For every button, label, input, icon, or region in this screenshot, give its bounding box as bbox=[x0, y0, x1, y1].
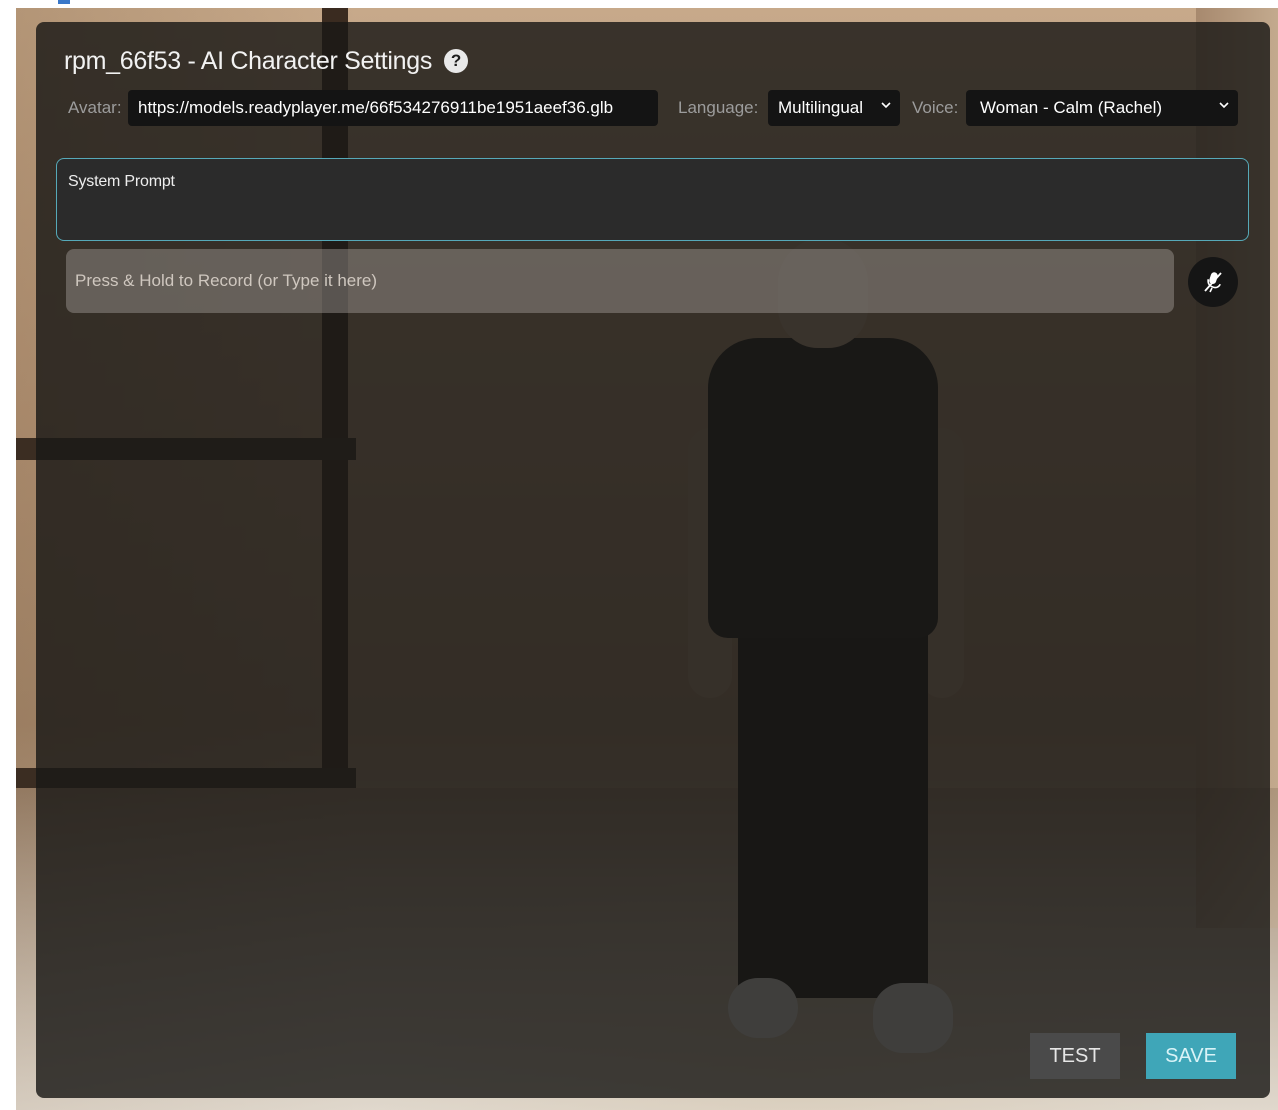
top-strip bbox=[0, 0, 1278, 8]
save-button[interactable]: SAVE bbox=[1146, 1033, 1236, 1079]
character-settings-panel: rpm_66f53 - AI Character Settings ? Avat… bbox=[36, 22, 1270, 1098]
microphone-muted-icon bbox=[1204, 272, 1222, 293]
top-accent-mark bbox=[58, 0, 70, 4]
voice-select[interactable]: Woman - Calm (Rachel) bbox=[966, 90, 1238, 126]
avatar-label: Avatar: bbox=[68, 98, 122, 117]
page-title: rpm_66f53 - AI Character Settings bbox=[64, 46, 433, 75]
voice-label: Voice: bbox=[912, 98, 959, 117]
language-select-value: Multilingual bbox=[778, 98, 864, 117]
chevron-down-icon bbox=[881, 102, 891, 109]
settings-row: Avatar: https://models.readyplayer.me/66… bbox=[64, 90, 1238, 126]
system-prompt-label: System Prompt bbox=[68, 173, 175, 190]
language-select[interactable]: Multilingual bbox=[768, 90, 900, 126]
test-button[interactable]: TEST bbox=[1030, 1033, 1120, 1079]
microphone-button[interactable] bbox=[1188, 257, 1238, 307]
title-row: rpm_66f53 - AI Character Settings ? bbox=[64, 46, 469, 76]
voice-select-value: Woman - Calm (Rachel) bbox=[980, 98, 1163, 117]
question-circle-icon[interactable]: ? bbox=[444, 49, 469, 73]
system-prompt-textarea[interactable]: System Prompt bbox=[56, 158, 1249, 241]
language-label: Language: bbox=[678, 98, 759, 117]
avatar-url-field[interactable]: https://models.readyplayer.me/66f5342769… bbox=[128, 90, 658, 126]
record-input[interactable] bbox=[66, 249, 1174, 313]
chevron-down-icon bbox=[1219, 102, 1229, 109]
